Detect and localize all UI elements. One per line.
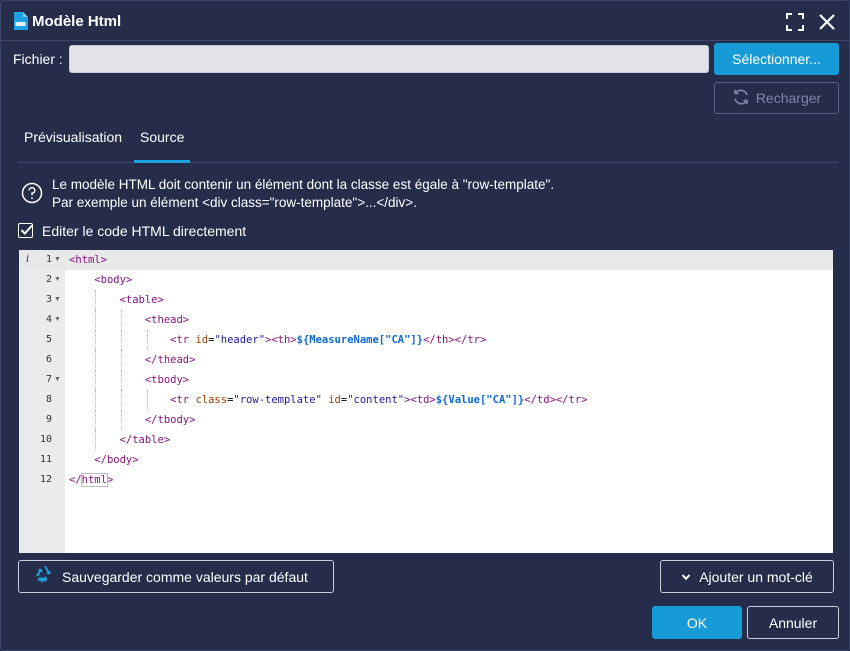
file-label: Fichier : xyxy=(13,51,63,67)
tab-source-label: Source xyxy=(140,129,185,145)
code-line: 2 ▼ <body> xyxy=(19,270,833,290)
code-line: 9 </tbody> xyxy=(19,410,833,430)
code-text: </html> xyxy=(69,473,114,487)
dialog-title: Modèle Html xyxy=(32,13,122,30)
tab-preview-label: Prévisualisation xyxy=(24,129,123,145)
line-number: 5 xyxy=(45,334,52,345)
help-icon xyxy=(21,182,43,204)
maximize-icon[interactable] xyxy=(786,13,804,31)
chevron-down-icon xyxy=(681,569,691,585)
line-number: 2 xyxy=(45,274,52,285)
edit-html-label[interactable]: Editer le code HTML directement xyxy=(42,223,246,239)
add-keyword-label: Ajouter un mot-clé xyxy=(699,568,813,585)
cancel-label: Annuler xyxy=(768,614,818,631)
code-line: 10 </table> xyxy=(19,430,833,450)
reload-label: Recharger xyxy=(755,90,822,106)
code-text: <table> xyxy=(119,294,164,306)
code-line: 8 <tr class="row-template" id="content">… xyxy=(19,390,833,410)
save-as-default-button[interactable]: Sauvegarder comme valeurs par défaut xyxy=(18,560,334,593)
save-as-default-label: Sauvegarder comme valeurs par défaut xyxy=(62,568,308,585)
line-number: 6 xyxy=(45,354,52,365)
add-keyword-button[interactable]: Ajouter un mot-clé xyxy=(660,560,834,593)
edit-html-checkbox[interactable] xyxy=(18,223,33,238)
view-tabs: Prévisualisation Source xyxy=(18,123,838,163)
code-line: 11 </body> xyxy=(19,450,833,470)
code-text: </thead> xyxy=(144,354,196,366)
select-file-button[interactable]: Sélectionner... xyxy=(714,43,839,75)
tab-source[interactable]: Source xyxy=(134,129,191,163)
code-text: <tr class="row-template" id="content"><t… xyxy=(170,394,588,406)
ok-label: OK xyxy=(686,614,708,631)
fold-arrow-icon[interactable]: ▼ xyxy=(54,250,64,270)
close-icon[interactable] xyxy=(818,13,836,31)
code-text: <html> xyxy=(69,254,107,266)
info-message: Le modèle HTML doit contenir un élément … xyxy=(52,176,554,212)
code-line: 4 ▼ <thead> xyxy=(19,310,833,330)
code-editor[interactable]: i 1 ▼ <html> 2 ▼ <body> 3 ▼ <table> 4 ▼ xyxy=(19,250,833,553)
recycle-icon xyxy=(34,565,54,588)
html-template-dialog: Modèle Html Fichier : Sélectionner... Re… xyxy=(0,0,850,651)
fold-arrow-icon[interactable]: ▼ xyxy=(54,370,64,390)
html-file-icon xyxy=(13,12,28,30)
code-text: <body> xyxy=(94,274,133,286)
line-number: 9 xyxy=(45,414,52,425)
line-number: 4 xyxy=(45,314,52,325)
file-path-input[interactable] xyxy=(69,45,709,73)
line-number: 10 xyxy=(39,434,52,445)
code-line: 7 ▼ <tbody> xyxy=(19,370,833,390)
code-line: 6 </thead> xyxy=(19,350,833,370)
code-line: i 1 ▼ <html> xyxy=(19,250,833,270)
code-text: <tbody> xyxy=(144,374,190,386)
reload-button[interactable]: Recharger xyxy=(714,82,839,114)
fold-arrow-icon[interactable]: ▼ xyxy=(54,270,64,290)
info-line-2: Par exemple un élément <div class="row-t… xyxy=(52,195,417,210)
select-file-label: Sélectionner... xyxy=(732,51,821,67)
code-text: </tbody> xyxy=(144,414,196,426)
code-line: 12 </html> xyxy=(19,470,833,490)
code-text: <thead> xyxy=(144,314,190,326)
fold-arrow-icon[interactable]: ▼ xyxy=(54,290,64,310)
editor-lines: i 1 ▼ <html> 2 ▼ <body> 3 ▼ <table> 4 ▼ xyxy=(19,250,833,490)
ok-button[interactable]: OK xyxy=(652,606,742,639)
code-text: <tr id="header"><th>${MeasureName["CA"]}… xyxy=(170,334,487,346)
line-number: 1 xyxy=(45,254,52,265)
line-number: 7 xyxy=(45,374,52,385)
line-number: 11 xyxy=(39,454,52,465)
tab-preview[interactable]: Prévisualisation xyxy=(18,129,128,155)
dialog-titlebar: Modèle Html xyxy=(1,1,849,41)
info-line-1: Le modèle HTML doit contenir un élément … xyxy=(52,177,555,192)
line-number: 12 xyxy=(39,474,52,485)
line-number: 8 xyxy=(45,394,52,405)
fold-arrow-icon[interactable]: ▼ xyxy=(54,310,64,330)
line-number: 3 xyxy=(45,294,52,305)
code-text: </body> xyxy=(94,454,139,466)
code-line: 5 <tr id="header"><th>${MeasureName["CA"… xyxy=(19,330,833,350)
code-line: 3 ▼ <table> xyxy=(19,290,833,310)
code-text: </table> xyxy=(119,434,171,446)
refresh-icon xyxy=(732,88,750,109)
cancel-button[interactable]: Annuler xyxy=(747,606,839,639)
